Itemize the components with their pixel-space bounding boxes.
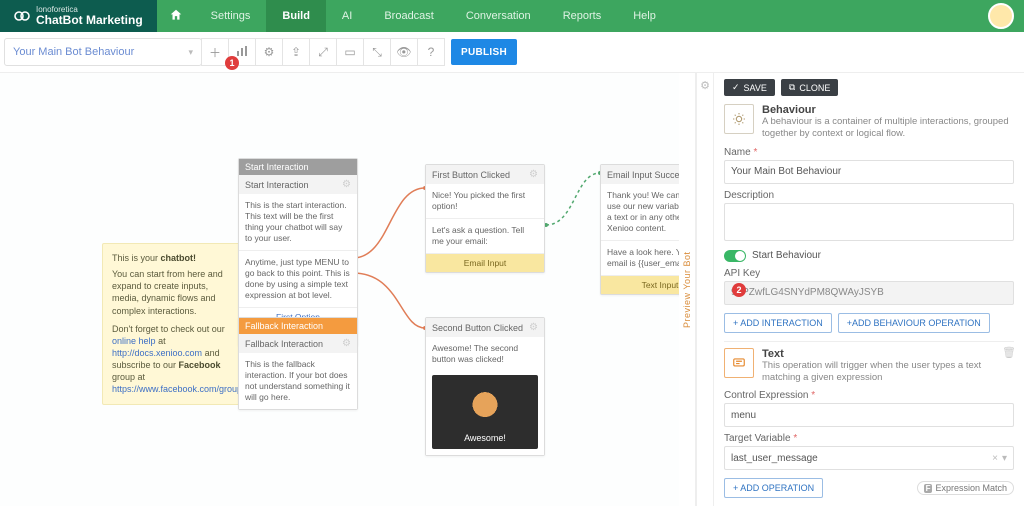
tool-arrange[interactable]: ⤢ <box>309 38 337 66</box>
primary-nav: Settings Build AI Broadcast Conversation… <box>157 0 672 32</box>
nav-help[interactable]: Help <box>617 0 672 32</box>
save-button[interactable]: ✓SAVE <box>724 79 775 96</box>
tool-image[interactable]: ▭ <box>336 38 364 66</box>
expression-match-pill[interactable]: FExpression Match <box>917 481 1014 495</box>
nav-build[interactable]: Build <box>266 0 326 32</box>
nav-broadcast[interactable]: Broadcast <box>368 0 450 32</box>
properties-panel: ✓SAVE ⧉CLONE Behaviour A behaviour is a … <box>713 73 1024 506</box>
help-icon: ? <box>428 45 435 59</box>
text-op-icon <box>724 348 754 378</box>
plus-icon: ＋ <box>209 44 221 61</box>
description-field[interactable] <box>724 203 1014 241</box>
workspace: This is your chatbot! You can start from… <box>0 73 1024 506</box>
name-field[interactable] <box>724 160 1014 184</box>
avatar[interactable] <box>988 3 1014 29</box>
publish-button[interactable]: PUBLISH <box>451 39 517 65</box>
check-icon: ✓ <box>732 82 740 93</box>
arrange-icon: ⤢ <box>318 45 328 60</box>
export-icon: ⇪ <box>291 45 301 59</box>
target-variable-select[interactable]: last_user_message ×▾ <box>724 446 1014 470</box>
tool-settings[interactable]: ⚙ <box>255 38 283 66</box>
trash-icon[interactable]: 🗑 <box>1002 346 1016 359</box>
card-tag: Fallback Interaction <box>239 318 357 334</box>
gear-icon: ⚙ <box>264 45 275 59</box>
tool-compress[interactable]: ⤡ <box>363 38 391 66</box>
logo-icon <box>14 8 30 24</box>
brand-main: ChatBot Marketing <box>36 13 143 27</box>
gear-icon[interactable]: ⚙ <box>529 322 538 333</box>
tool-export[interactable]: ⇪ <box>282 38 310 66</box>
flow-canvas[interactable]: This is your chatbot! You can start from… <box>0 73 679 506</box>
nav-ai[interactable]: AI <box>326 0 368 32</box>
gear-icon[interactable]: ⚙ <box>529 169 538 180</box>
card-fallback-interaction[interactable]: Fallback Interaction Fallback Interactio… <box>238 317 358 410</box>
gear-icon[interactable]: ⚙ <box>342 338 351 349</box>
brand-sub: Ionoforetica <box>36 6 143 14</box>
callout-1: 1 <box>225 56 239 70</box>
add-behaviour-operation-button[interactable]: +ADD BEHAVIOUR OPERATION <box>838 313 990 333</box>
image-placeholder: Awesome! <box>432 375 538 449</box>
callout-2: 2 <box>732 283 746 297</box>
card-tag: Start Interaction <box>239 159 357 175</box>
chevron-down-icon: ▾ <box>188 47 193 58</box>
api-key-field[interactable] <box>724 281 1014 305</box>
start-behaviour-toggle[interactable] <box>724 250 746 262</box>
slot-email-input[interactable]: Email Input <box>426 253 544 272</box>
gear-icon[interactable]: ⚙ <box>700 79 710 92</box>
top-nav: Ionoforetica ChatBot Marketing Settings … <box>0 0 1024 32</box>
card-email-success[interactable]: Email Input Successful⚙ Thank you! We ca… <box>600 164 679 295</box>
welcome-note: This is your chatbot! You can start from… <box>102 243 244 405</box>
card-second-button[interactable]: Second Button Clicked⚙ Awesome! The seco… <box>425 317 545 456</box>
gear-icon[interactable]: ⚙ <box>342 179 351 190</box>
behaviour-icon <box>724 104 754 134</box>
nav-reports[interactable]: Reports <box>547 0 618 32</box>
copy-icon: ⧉ <box>789 82 795 93</box>
docs-link[interactable]: http://docs.xenioo.com <box>112 348 202 358</box>
slot-text-input[interactable]: Text Input <box>601 275 679 294</box>
brand: Ionoforetica ChatBot Marketing <box>0 0 157 32</box>
tool-view[interactable]: 👁 <box>390 38 418 66</box>
chart-icon <box>236 45 248 60</box>
behaviour-select-label: Your Main Bot Behaviour <box>13 46 134 58</box>
chevron-down-icon: ▾ <box>1002 453 1007 464</box>
add-interaction-button[interactable]: + ADD INTERACTION <box>724 313 832 333</box>
clone-button[interactable]: ⧉CLONE <box>781 79 838 96</box>
nav-home[interactable] <box>157 0 195 32</box>
tool-help[interactable]: ? <box>417 38 445 66</box>
text-operation-section: 🗑 Text This operation will trigger when … <box>724 341 1014 499</box>
compress-icon: ⤡ <box>372 45 382 60</box>
clear-icon[interactable]: × <box>992 453 998 464</box>
image-icon: ▭ <box>344 45 355 59</box>
online-help-link[interactable]: online help <box>112 336 156 346</box>
card-first-button[interactable]: First Button Clicked⚙ Nice! You picked t… <box>425 164 545 273</box>
section-title: Behaviour <box>762 104 1014 116</box>
nav-conversation[interactable]: Conversation <box>450 0 547 32</box>
builder-toolbar: Your Main Bot Behaviour ▾ ＋ ⚙ ⇪ ⤢ ▭ ⤡ 👁 … <box>0 32 1024 73</box>
nav-settings[interactable]: Settings <box>195 0 267 32</box>
home-icon <box>169 8 183 25</box>
behaviour-select[interactable]: Your Main Bot Behaviour ▾ <box>4 38 202 66</box>
preview-tab[interactable]: Preview Your Bot <box>679 73 696 506</box>
add-operation-button[interactable]: + ADD OPERATION <box>724 478 823 498</box>
control-expression-field[interactable] <box>724 403 1014 427</box>
eye-icon: 👁 <box>396 45 411 59</box>
